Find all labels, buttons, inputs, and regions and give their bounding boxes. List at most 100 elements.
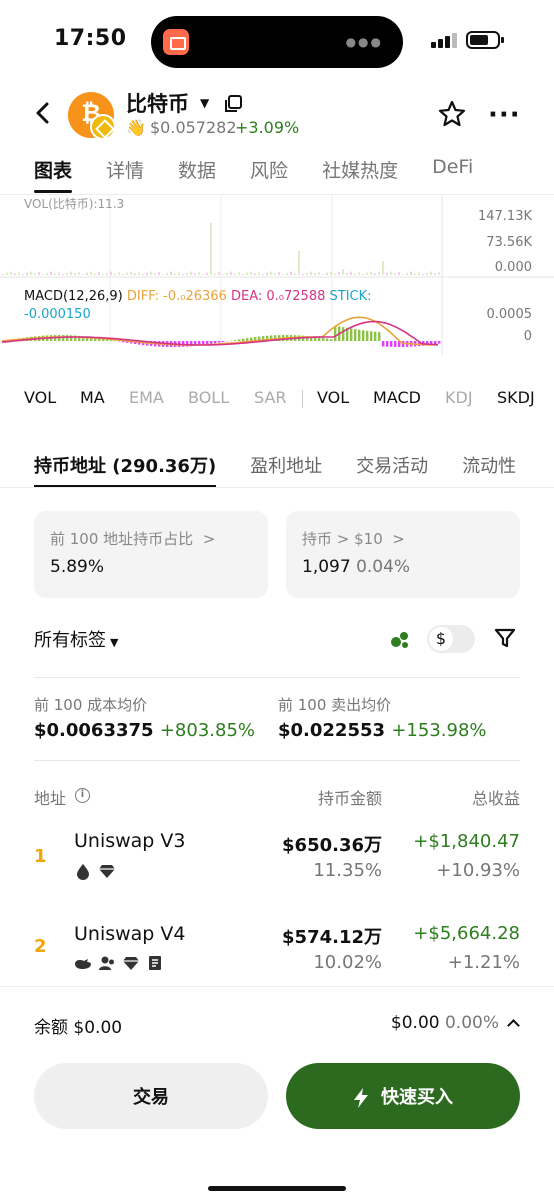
tab-data[interactable]: 数据 — [178, 156, 216, 186]
caret-down-icon: ▼ — [110, 636, 119, 649]
holders-over-10-card[interactable]: 持币 > $10 > 1,097 0.04% — [286, 511, 520, 598]
balance-summary[interactable]: $0.00 0.00% — [391, 1013, 520, 1033]
volume-bar — [210, 223, 212, 275]
more-options-icon[interactable]: ··· — [488, 100, 521, 130]
volume-bar — [382, 261, 384, 275]
filter-funnel-icon[interactable] — [494, 627, 516, 649]
volume-bar — [26, 272, 28, 275]
main-tabs: 图表 详情 数据 风险 社媒热度 DeFi — [34, 156, 507, 196]
volume-bar — [326, 272, 328, 275]
volume-bar — [166, 272, 168, 275]
back-icon[interactable] — [28, 98, 58, 128]
tab-holders[interactable]: 持币地址 (290.36万) — [34, 452, 217, 488]
volume-bar — [262, 274, 264, 275]
divider — [34, 677, 520, 678]
tag-filter-dropdown[interactable]: 所有标签 ▼ — [34, 626, 118, 652]
volume-bar — [186, 272, 188, 275]
macd-bar — [246, 338, 249, 341]
volume-bar — [46, 272, 48, 275]
price-chart[interactable] — [0, 195, 554, 370]
indicator-ema[interactable]: EMA — [129, 388, 188, 410]
volume-bar — [322, 274, 324, 275]
volume-bar — [310, 271, 312, 275]
copy-icon[interactable] — [223, 94, 243, 114]
volume-bar — [198, 272, 200, 275]
chevron-up-icon — [507, 1019, 520, 1032]
volume-bar — [114, 273, 116, 275]
volume-bar — [346, 272, 348, 275]
tab-details[interactable]: 详情 — [106, 156, 144, 186]
volume-bar — [254, 273, 256, 275]
coin-name[interactable]: 比特币 — [126, 88, 189, 118]
column-address: 地址 — [34, 789, 67, 808]
volume-bar — [258, 272, 260, 275]
volume-bar — [422, 274, 424, 275]
volume-bar — [222, 274, 224, 275]
bookmark-icon — [149, 956, 161, 970]
row-rank: 2 — [34, 936, 47, 957]
tab-liquidity[interactable]: 流动性 — [462, 452, 516, 480]
macd-bar — [362, 330, 365, 341]
volume-bar — [74, 273, 76, 275]
coin-price: $0.057282 — [150, 118, 237, 137]
volume-bar — [158, 272, 160, 275]
home-indicator — [208, 1186, 346, 1191]
macd-bar — [230, 340, 233, 342]
indicator-sub-vol[interactable]: VOL — [317, 388, 373, 410]
indicator-vol[interactable]: VOL — [24, 388, 80, 410]
indicator-boll[interactable]: BOLL — [188, 388, 254, 410]
holder-name: Uniswap V3 — [74, 830, 186, 852]
trade-button[interactable]: 交易 — [34, 1063, 268, 1129]
volume-bar — [230, 271, 232, 275]
tab-social[interactable]: 社媒热度 — [322, 156, 398, 186]
column-profit[interactable]: 总收益 — [472, 785, 520, 809]
tab-defi[interactable]: DeFi — [432, 156, 473, 186]
volume-bar — [294, 273, 296, 275]
indicator-skdj[interactable]: SKDJ — [497, 388, 541, 410]
volume-bar — [226, 272, 228, 275]
macd-diff: DIFF: -0.₀26366 — [126, 289, 227, 304]
volume-bar — [378, 272, 380, 275]
holder-tabs: 持币地址 (290.36万) 盈利地址 交易活动 流动性 — [34, 452, 550, 488]
tab-activity[interactable]: 交易活动 — [356, 452, 428, 480]
divider — [34, 760, 520, 761]
macd-bar — [330, 339, 333, 341]
holder-tags — [74, 862, 116, 880]
volume-bar — [298, 251, 300, 275]
tab-profitable[interactable]: 盈利地址 — [250, 452, 322, 480]
volume-bar — [278, 272, 280, 275]
macd-bar — [70, 335, 73, 341]
volume-bar — [418, 272, 420, 275]
indicator-macd[interactable]: MACD — [373, 388, 445, 410]
currency-toggle[interactable]: $ — [427, 625, 475, 653]
volume-bar — [38, 272, 40, 275]
volume-bar — [214, 273, 216, 275]
top100-share-card[interactable]: 前 100 地址持币占比 > 5.89% — [34, 511, 268, 598]
favorite-star-icon[interactable] — [437, 99, 467, 129]
macd-stick-value: -0.000150 — [24, 307, 91, 322]
indicator-ma[interactable]: MA — [80, 388, 129, 410]
column-amount[interactable]: 持币金额 — [318, 785, 382, 809]
volume-bar — [10, 271, 12, 275]
vol-axis-tick: 0.000 — [494, 260, 532, 275]
holder-tags — [74, 954, 164, 972]
island-dots-icon: ●●● — [345, 35, 383, 49]
indicator-kdj[interactable]: KDJ — [445, 388, 497, 410]
tab-risk[interactable]: 风险 — [250, 156, 288, 186]
volume-bar — [58, 272, 60, 275]
volume-bar — [70, 271, 72, 275]
coin-dropdown-icon[interactable]: ▼ — [200, 96, 209, 110]
chain-badge-icon — [90, 114, 116, 140]
macd-bar — [358, 329, 361, 341]
indicator-sar[interactable]: SAR — [254, 388, 288, 410]
volume-bar — [386, 272, 388, 275]
volume-bar — [150, 271, 152, 275]
quick-buy-button[interactable]: 快速买入 — [286, 1063, 520, 1129]
volume-bar — [218, 272, 220, 275]
tab-chart[interactable]: 图表 — [34, 156, 73, 193]
info-icon[interactable]: i — [75, 788, 90, 803]
macd-bar — [318, 337, 321, 341]
cluster-icon[interactable] — [388, 627, 412, 651]
volume-bar — [146, 272, 148, 275]
volume-bar — [402, 274, 404, 275]
